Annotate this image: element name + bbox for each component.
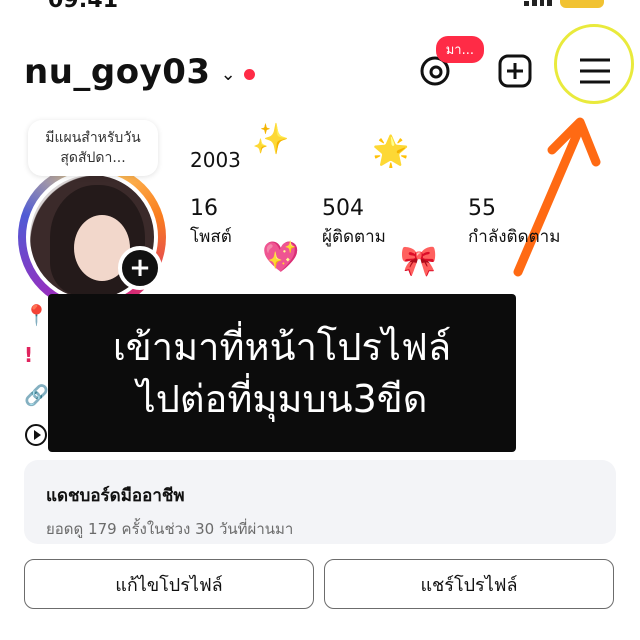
star-sticker-icon: 🌟	[372, 134, 410, 169]
profile-stats: 16 โพสต์ 504 ผู้ติดตาม 55 กำลังติดตาม	[190, 196, 600, 250]
ribbon-sticker-icon: 🎀	[400, 244, 438, 279]
status-icons	[524, 0, 604, 8]
stat-label: กำลังติดตาม	[468, 227, 561, 247]
share-profile-button[interactable]: แชร์โปรไฟล์	[324, 559, 614, 609]
sparkles-sticker-icon: ✨	[252, 122, 290, 157]
profile-actions: แก้ไขโปรไฟล์ แชร์โปรไฟล์	[24, 559, 614, 609]
dashboard-subtitle: ยอดดู 179 ครั้งในช่วง 30 วันที่ผ่านมา	[46, 520, 294, 538]
link-icon[interactable]: 🔗	[24, 382, 49, 408]
stat-value: 55	[468, 196, 496, 221]
stat-followers[interactable]: 504 ผู้ติดตาม	[322, 196, 468, 250]
note-bubble[interactable]: มีแผนสำหรับวันสุดสัปดา...	[28, 120, 158, 176]
battery-icon	[560, 0, 604, 8]
new-post-icon[interactable]	[497, 53, 533, 89]
play-icon[interactable]	[24, 422, 49, 448]
dashboard-title: แดชบอร์ดมืออาชีพ	[46, 486, 185, 506]
display-name: 2003	[190, 148, 241, 172]
signal-icon	[524, 0, 552, 6]
heart-sticker-icon: 💖	[262, 240, 300, 275]
stat-posts[interactable]: 16 โพสต์	[190, 196, 322, 250]
threads-button[interactable]: มา...	[412, 36, 484, 94]
new-post-button[interactable]	[492, 48, 538, 94]
status-time: 09:41	[48, 0, 119, 13]
caption-line-1: เข้ามาที่หน้าโปรไฟล์	[112, 325, 452, 369]
stat-value: 16	[190, 196, 218, 221]
stat-label: โพสต์	[190, 227, 232, 247]
caption-line-2: ไปต่อที่มุมบน3ขีด	[136, 377, 428, 421]
stat-following[interactable]: 55 กำลังติดตาม	[468, 196, 600, 250]
notification-dot	[243, 68, 255, 80]
account-switcher[interactable]: nu_goy03 ⌄	[24, 52, 255, 92]
caption-overlay: เข้ามาที่หน้าโปรไฟล์ ไปต่อที่มุมบน3ขีด	[48, 294, 516, 452]
highlight-circle-annotation	[554, 24, 634, 104]
stat-value: 504	[322, 196, 364, 221]
bio-icons: 📍 ! 🔗	[24, 302, 49, 448]
arrow-annotation	[513, 117, 601, 277]
edit-profile-button[interactable]: แก้ไขโปรไฟล์	[24, 559, 314, 609]
add-story-button[interactable]: +	[118, 246, 162, 290]
threads-badge: มา...	[435, 36, 484, 63]
pin-icon: 📍	[24, 303, 49, 327]
username[interactable]: nu_goy03	[24, 52, 211, 92]
exclamation-icon: !	[24, 343, 34, 367]
stat-label: ผู้ติดตาม	[322, 227, 386, 247]
chevron-down-icon[interactable]: ⌄	[221, 64, 236, 85]
professional-dashboard[interactable]: แดชบอร์ดมืออาชีพ ยอดดู 179 ครั้งในช่วง 3…	[24, 460, 616, 544]
